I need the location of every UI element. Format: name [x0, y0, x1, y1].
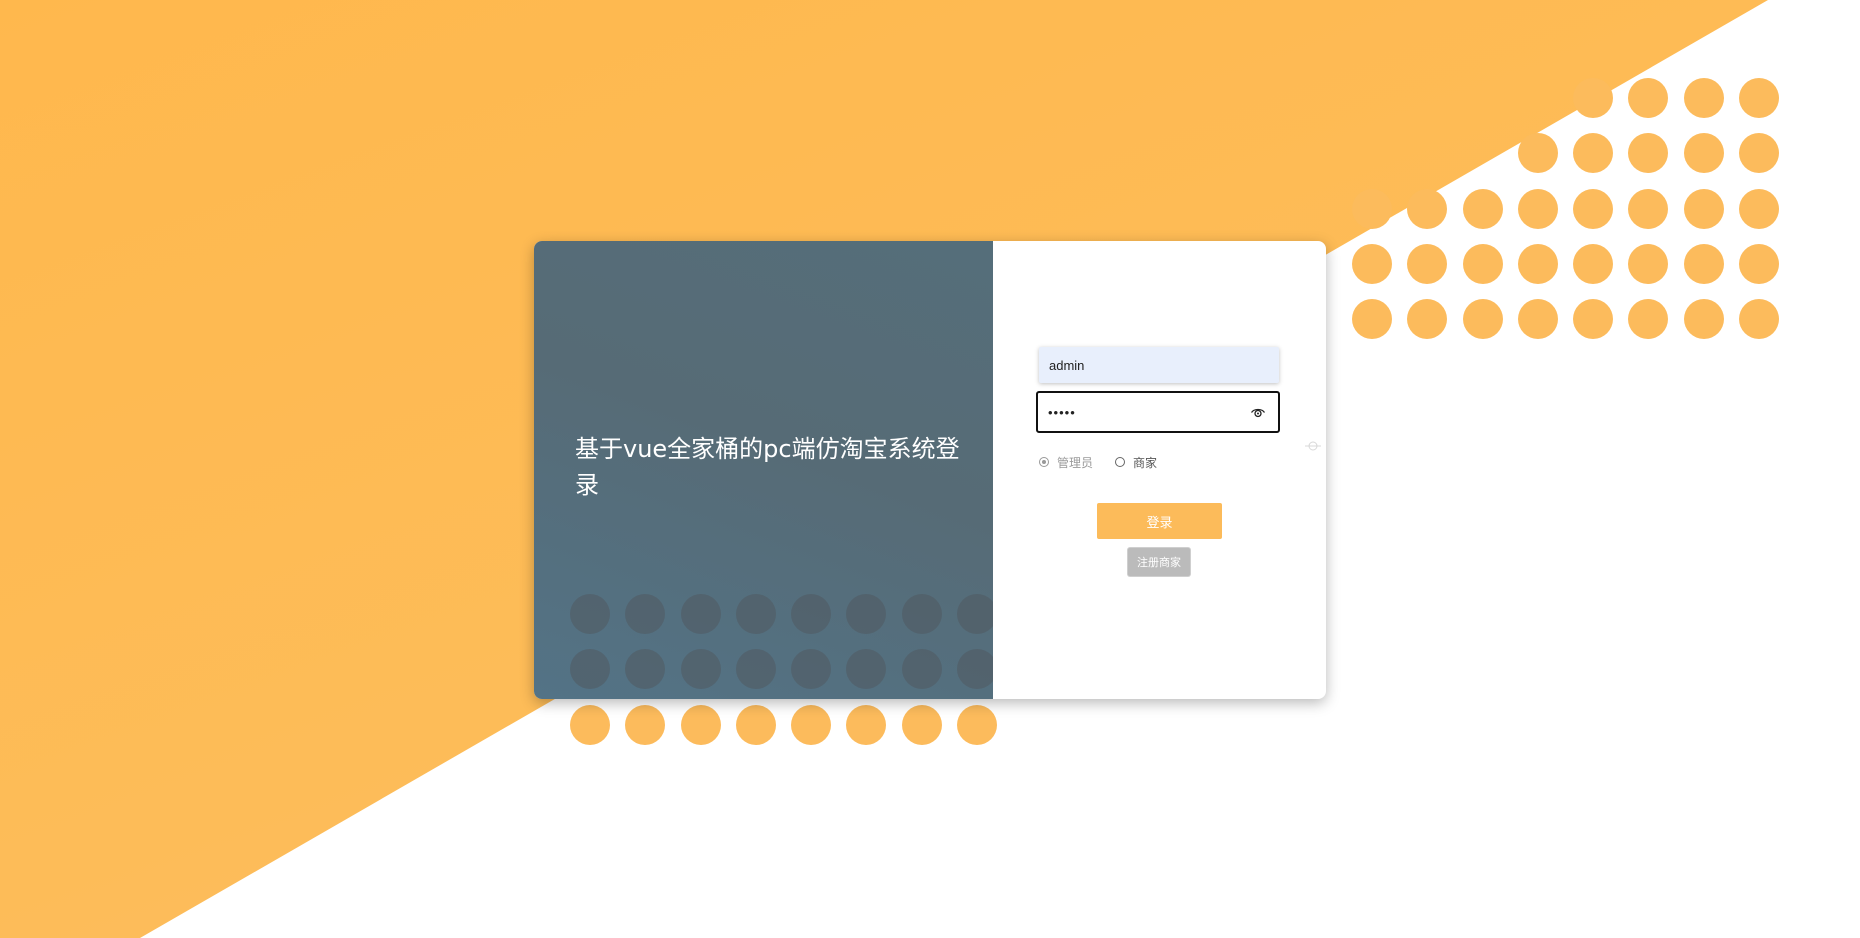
register-merchant-button[interactable]: 注册商家: [1128, 548, 1190, 576]
page-title: 基于vue全家桶的pc端仿淘宝系统登录: [575, 435, 960, 499]
merchant-radio-label: 商家: [1133, 455, 1158, 470]
admin-radio-label: 管理员: [1057, 455, 1094, 470]
crosshair-icon: [1305, 441, 1321, 451]
role-option-admin[interactable]: 管理员: [1039, 454, 1093, 471]
username-field-wrapper: [1039, 347, 1279, 383]
decorative-dots-top-right: [1352, 78, 1780, 340]
merchant-radio[interactable]: [1115, 457, 1126, 467]
eye-icon[interactable]: [1250, 404, 1266, 420]
role-option-merchant[interactable]: 商家: [1115, 454, 1157, 471]
password-input[interactable]: [1048, 393, 1238, 431]
login-banner-panel: 基于vue全家桶的pc端仿淘宝系统登录: [534, 241, 993, 699]
panel-dots: [570, 594, 993, 690]
admin-radio[interactable]: [1039, 457, 1049, 467]
role-radio-group: 管理员 商家: [1039, 452, 1179, 472]
username-input[interactable]: [1049, 347, 1239, 383]
password-field-wrapper: [1036, 391, 1280, 433]
login-button[interactable]: 登录: [1097, 503, 1222, 539]
